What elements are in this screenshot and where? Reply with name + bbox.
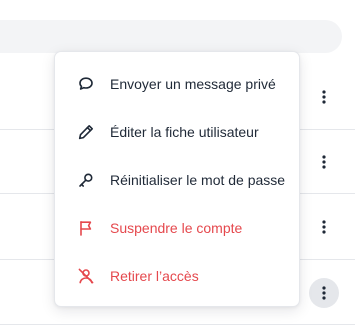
row-actions-button[interactable] (309, 147, 339, 177)
menu-item-suspend-account[interactable]: Suspendre le compte (55, 204, 299, 252)
menu-item-revoke-access[interactable]: Retirer l’accès (55, 252, 299, 300)
more-vertical-icon (322, 220, 326, 234)
search-bar[interactable] (0, 20, 342, 53)
more-vertical-icon (322, 286, 326, 300)
row-divider (0, 324, 355, 325)
menu-item-label: Suspendre le compte (110, 220, 243, 236)
menu-item-label: Réinitialiser le mot de passe (110, 172, 286, 188)
user-off-icon (77, 267, 95, 285)
menu-item-label: Éditer la fiche utilisateur (110, 124, 259, 140)
flag-icon (77, 219, 95, 237)
user-list-page: Envoyer un message privé Éditer la fiche… (0, 0, 355, 333)
pencil-icon (77, 123, 95, 141)
row-actions-button-active[interactable] (309, 278, 339, 308)
more-vertical-icon (322, 155, 326, 169)
menu-item-label: Envoyer un message privé (110, 76, 276, 92)
user-actions-menu: Envoyer un message privé Éditer la fiche… (54, 51, 300, 307)
menu-item-reset-password[interactable]: Réinitialiser le mot de passe (55, 156, 299, 204)
more-vertical-icon (322, 90, 326, 104)
key-icon (77, 171, 95, 189)
row-actions-button[interactable] (309, 82, 339, 112)
row-actions-button[interactable] (309, 212, 339, 242)
menu-item-edit-user[interactable]: Éditer la fiche utilisateur (55, 108, 299, 156)
chat-bubble-icon (77, 75, 95, 93)
menu-item-label: Retirer l’accès (110, 268, 199, 284)
menu-item-send-message[interactable]: Envoyer un message privé (55, 60, 299, 108)
